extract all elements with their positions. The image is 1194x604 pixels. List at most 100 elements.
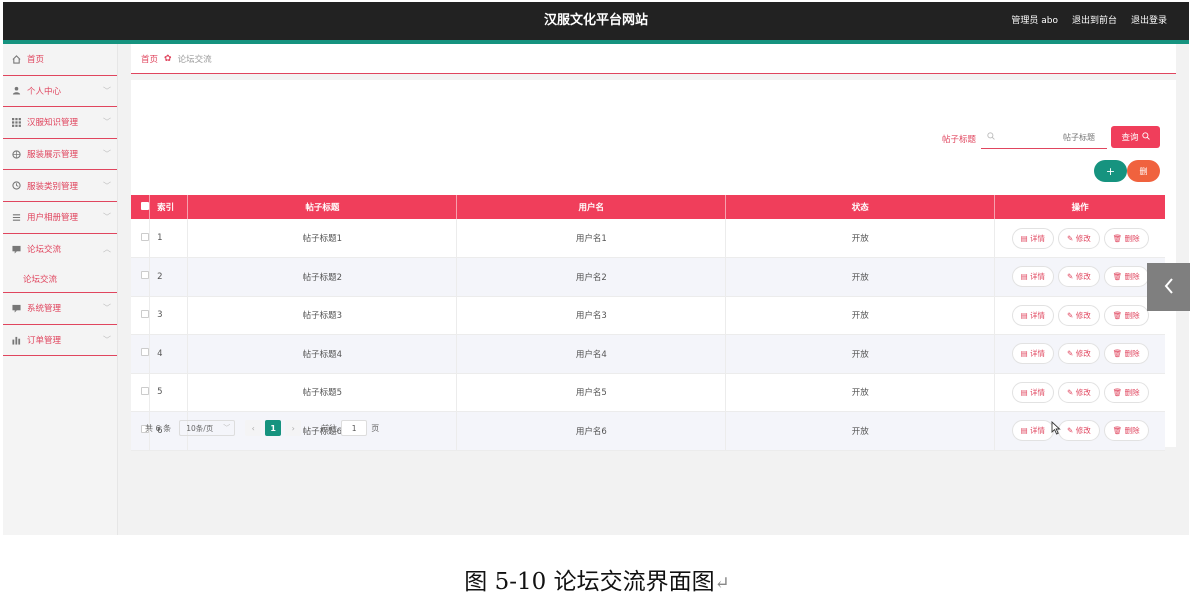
delete-button[interactable]: 🗑 删除 [1103,420,1149,442]
chat-icon [12,245,21,254]
sidebar-item-label: 服装类别管理 [27,181,79,192]
circle-icon [12,149,21,159]
chevron-down-icon: ﹀ [103,335,111,345]
top-right-links: 管理员 abo 退出到前台 退出登录 [1011,2,1167,40]
row-username: 用户名6 [456,411,727,451]
detail-label: 详情 [1030,272,1046,282]
chevron-down-icon: ﹀ [103,117,111,127]
chat-icon [12,304,21,313]
batch-delete-button[interactable]: 删 [1127,160,1160,182]
detail-button[interactable]: ▤ 详情 [1011,381,1055,403]
breadcrumb-current: 论坛交流 [177,54,212,65]
sidebar-item-label: 用户相册管理 [27,213,79,224]
sidebar-item-personal[interactable]: 个人中心 ﹀ [3,76,117,108]
delete-button[interactable]: 🗑 删除 [1103,381,1149,403]
delete-button[interactable]: 🗑 删除 [1103,343,1149,365]
detail-button[interactable]: ▤ 详情 [1011,420,1055,442]
search-icon [987,132,995,143]
delete-button[interactable]: 🗑 删除 [1103,266,1149,288]
page-number-current[interactable]: 1 [265,420,282,436]
sidebar-item-clothing-display[interactable]: 服装展示管理 ﹀ [3,139,117,171]
sidebar-item-clothing-category[interactable]: 服装类别管理 ﹀ [3,170,117,202]
row-checkbox[interactable] [141,386,150,395]
document-icon: ▤ [1020,349,1031,359]
sidebar-item-orders[interactable]: 订单管理 ﹀ [3,325,117,357]
edit-label: 修改 [1075,272,1091,282]
chevron-left-icon [1163,277,1175,298]
col-index-header: 索引 [149,195,189,219]
goto-page-input[interactable] [341,420,368,436]
row-username: 用户名5 [456,373,727,412]
row-checkbox-cell [131,373,151,412]
caption-text: 图 5-10 论坛交流界面图 [464,569,715,595]
row-title: 帖子标题1 [187,219,458,258]
delete-button[interactable]: 🗑 删除 [1103,304,1149,326]
row-actions: ▤ 详情 ✎ 修改 🗑 删除 [994,334,1165,374]
edit-button[interactable]: ✎ 修改 [1058,420,1100,442]
delete-label: 删除 [1124,233,1140,243]
sidebar-item-home[interactable]: 首页 [3,44,117,76]
edit-label: 修改 [1075,310,1091,320]
detail-button[interactable]: ▤ 详情 [1011,304,1055,326]
delete-button[interactable]: 🗑 删除 [1103,227,1149,249]
edit-button[interactable]: ✎ 修改 [1058,343,1100,365]
document-icon: ▤ [1020,387,1031,397]
sidebar-subitem-forum[interactable]: 论坛交流 [3,265,117,294]
query-button[interactable]: 查询 [1111,126,1160,148]
list-icon [12,213,21,222]
row-checkbox-cell [131,219,151,258]
document-icon: ▤ [1020,272,1031,282]
edit-button[interactable]: ✎ 修改 [1058,266,1100,288]
main-content: 首页 ✿ 论坛交流 帖子标题 查询 + 删 索引 帖子标题 用 [118,44,1189,535]
trash-icon: 🗑 [1112,387,1125,397]
edit-button[interactable]: ✎ 修改 [1058,227,1100,249]
logout-link[interactable]: 退出登录 [1131,2,1167,40]
row-username: 用户名1 [456,219,727,258]
sidebar-item-hanfu-knowledge[interactable]: 汉服知识管理 ﹀ [3,107,117,139]
breadcrumb-home[interactable]: 首页 [141,53,158,65]
edit-button[interactable]: ✎ 修改 [1058,381,1100,403]
row-checkbox[interactable] [141,232,150,241]
collapse-panel-button[interactable] [1147,263,1190,311]
back-to-front-link[interactable]: 退出到前台 [1072,2,1117,40]
row-title: 帖子标题3 [187,296,458,335]
select-all-checkbox[interactable] [141,201,150,210]
table-header-row: 索引 帖子标题 用户名 状态 操作 [131,195,1165,219]
sidebar-item-forum[interactable]: 论坛交流 ︿ [3,234,117,266]
add-button[interactable]: + [1094,160,1127,182]
edit-label: 修改 [1075,349,1091,359]
delete-label: 删除 [1124,310,1140,320]
row-actions: ▤ 详情 ✎ 修改 🗑 删除 [994,373,1165,412]
detail-button[interactable]: ▤ 详情 [1011,227,1055,249]
query-button-label: 查询 [1121,133,1139,143]
sidebar-item-user-album[interactable]: 用户相册管理 ﹀ [3,202,117,234]
pencil-icon: ✎ [1067,349,1076,359]
sidebar-item-label: 论坛交流 [27,245,62,256]
search-input[interactable] [995,133,1095,142]
next-page-button[interactable]: › [285,420,302,436]
col-status-header: 状态 [725,195,996,219]
search-field[interactable] [981,127,1107,149]
row-checkbox[interactable] [141,271,150,280]
sidebar-item-system[interactable]: 系统管理 ﹀ [3,293,117,325]
admin-label: 管理员 abo [1011,16,1058,26]
clock-icon [12,181,21,190]
row-checkbox[interactable] [141,348,150,357]
chevron-down-icon: ﹀ [103,303,111,313]
row-checkbox[interactable] [141,309,150,318]
page-size-select[interactable]: 10条/页 ﹀ [179,420,236,436]
row-index: 1 [149,219,189,258]
table-row: 3 帖子标题3 用户名3 开放 ▤ 详情 ✎ 修改 🗑 删除 [131,296,1165,335]
row-actions: ▤ 详情 ✎ 修改 🗑 删除 [994,411,1165,451]
forum-table: 索引 帖子标题 用户名 状态 操作 1 帖子标题1 用户名1 开放 ▤ 详情 ✎ 修改 🗑 … [131,195,1165,451]
edit-button[interactable]: ✎ 修改 [1058,304,1100,326]
trash-icon: 🗑 [1112,349,1125,359]
sidebar-item-label: 个人中心 [27,86,62,97]
detail-label: 详情 [1030,349,1046,359]
prev-page-button[interactable]: ‹ [245,420,262,436]
detail-button[interactable]: ▤ 详情 [1011,343,1055,365]
detail-button[interactable]: ▤ 详情 [1011,266,1055,288]
top-navbar: 汉服文化平台网站 管理员 abo 退出到前台 退出登录 [3,2,1189,40]
page-unit-label: 页 [371,423,380,433]
row-title: 帖子标题5 [187,373,458,412]
